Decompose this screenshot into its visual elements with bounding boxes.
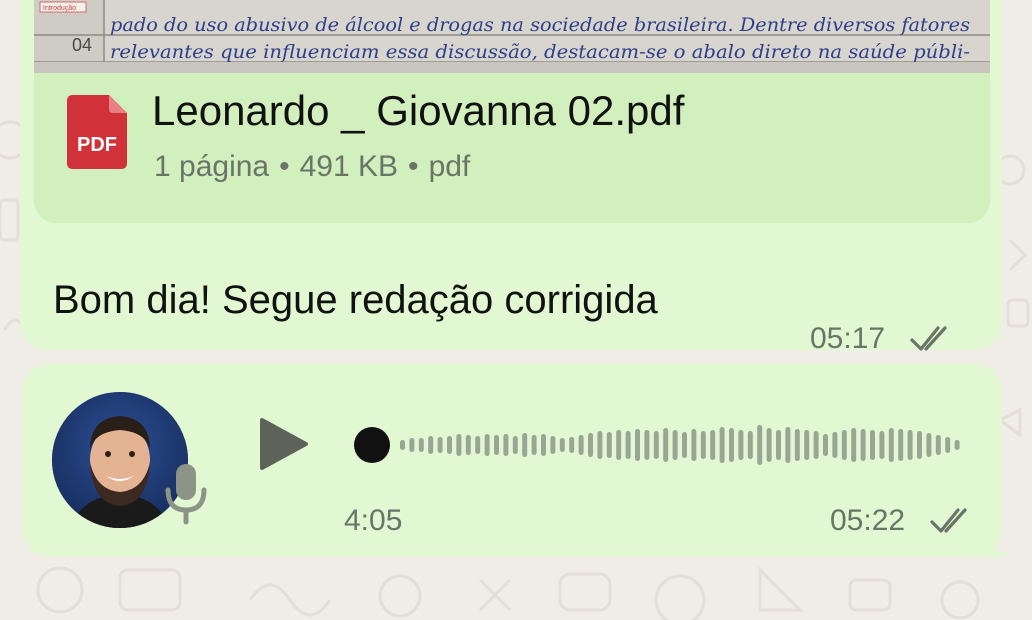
waveform-bar [512,436,518,454]
waveform-bar [691,429,697,461]
waveform-bar [935,435,941,455]
waveform-bar [907,430,913,460]
waveform-bar [851,428,857,462]
waveform-bar [456,434,462,456]
document-page-count: 1 página [154,150,270,183]
waveform-bar [926,433,932,457]
voice-message-bubble[interactable]: 4:05 05:22 [22,364,1002,556]
waveform-bar [559,438,565,452]
pdf-file-icon: PDF [67,95,127,169]
waveform-bar [917,431,922,459]
waveform-bar [409,438,415,452]
waveform-bar [738,430,744,460]
document-file-type: pdf [428,150,471,183]
voice-timestamp: 05:22 [830,504,906,537]
microphone-icon [165,464,207,525]
waveform-bar [841,430,847,460]
bubble-tail [980,520,1012,558]
waveform-bar [418,438,424,452]
waveform-bar [588,433,593,457]
waveform-bar [785,427,791,463]
waveform-bar [522,433,528,457]
audio-waveform[interactable] [352,422,962,468]
document-file-size: 491 KB [299,150,399,183]
waveform-bar [653,431,659,459]
waveform-bar [644,430,650,460]
waveform-bar [606,432,612,458]
message-caption: Bom dia! Segue redação corrigida [53,278,658,322]
waveform-bar [400,440,405,450]
waveform-bar [888,428,894,462]
waveform-bar [747,431,753,459]
message-timestamp: 05:17 [810,322,886,355]
document-file-name: Leonardo _ Giovanna 02.pdf [152,87,685,134]
waveform-bar [757,425,763,465]
waveform-bar [794,429,800,461]
preview-handwritten-line: pado do uso abusivo de álcool e drogas n… [110,14,970,36]
waveform-bar [898,429,904,461]
waveform-bar [616,430,622,460]
voice-duration: 4:05 [344,504,403,537]
meta-separator: • [408,150,419,183]
waveform-bar [475,436,481,454]
waveform-bar [578,435,584,455]
waveform-bar [672,430,678,460]
document-message-bubble[interactable]: Introdução 04 05 pado do uso abusivo de … [20,0,1002,350]
double-check-icon [910,326,947,351]
handwritten-page-preview: Introdução 04 05 pado do uso abusivo de … [34,0,990,73]
waveform-bar [447,436,452,454]
waveform-bar [437,437,443,453]
waveform-bar [804,430,810,460]
waveform-bar [823,434,828,456]
waveform-bar [625,431,631,459]
waveform-bar [550,436,556,454]
waveform-bar [954,440,960,450]
waveform-bar [766,428,772,462]
waveform-bar [776,430,781,460]
waveform-bar [860,429,866,461]
waveform-bar [945,437,951,453]
preview-handwritten-line: relevantes que influenciam essa discussã… [110,41,970,63]
document-file-meta: 1 página • 491 KB • pdf [154,150,470,184]
waveform-bar [832,432,838,458]
waveform-bar [503,434,509,456]
waveform-bar [813,431,819,459]
waveform-bar [663,428,669,462]
waveform-bar [719,427,725,463]
waveform-bar [484,434,490,456]
chat-background: Introdução 04 05 pado do uso abusivo de … [0,0,1032,620]
waveform-bar [597,431,603,459]
waveform-bar [682,432,687,458]
waveform-bar [541,434,546,456]
preview-line-number: 04 [72,35,92,55]
waveform-bar [531,435,537,455]
meta-separator: • [279,150,290,183]
waveform-bar [710,430,716,460]
waveform-bar [700,431,706,459]
document-preview-thumbnail[interactable]: Introdução 04 05 pado do uso abusivo de … [34,0,990,73]
waveform-bar [635,429,640,461]
waveform-bar [465,435,471,455]
waveform-bar [729,428,734,462]
document-file-card[interactable]: PDF Leonardo _ Giovanna 02.pdf 1 página •… [34,73,990,223]
pdf-icon-label: PDF [77,134,117,156]
waveform-bar [569,437,575,453]
waveform-bar [494,435,499,455]
waveform-bar [428,436,434,454]
play-button[interactable] [254,414,314,474]
double-check-icon [930,508,967,533]
playback-position-handle[interactable] [354,427,390,463]
waveform-bar [870,430,875,460]
waveform-bar [879,431,885,459]
preview-corner-label: Introdução [43,5,76,12]
